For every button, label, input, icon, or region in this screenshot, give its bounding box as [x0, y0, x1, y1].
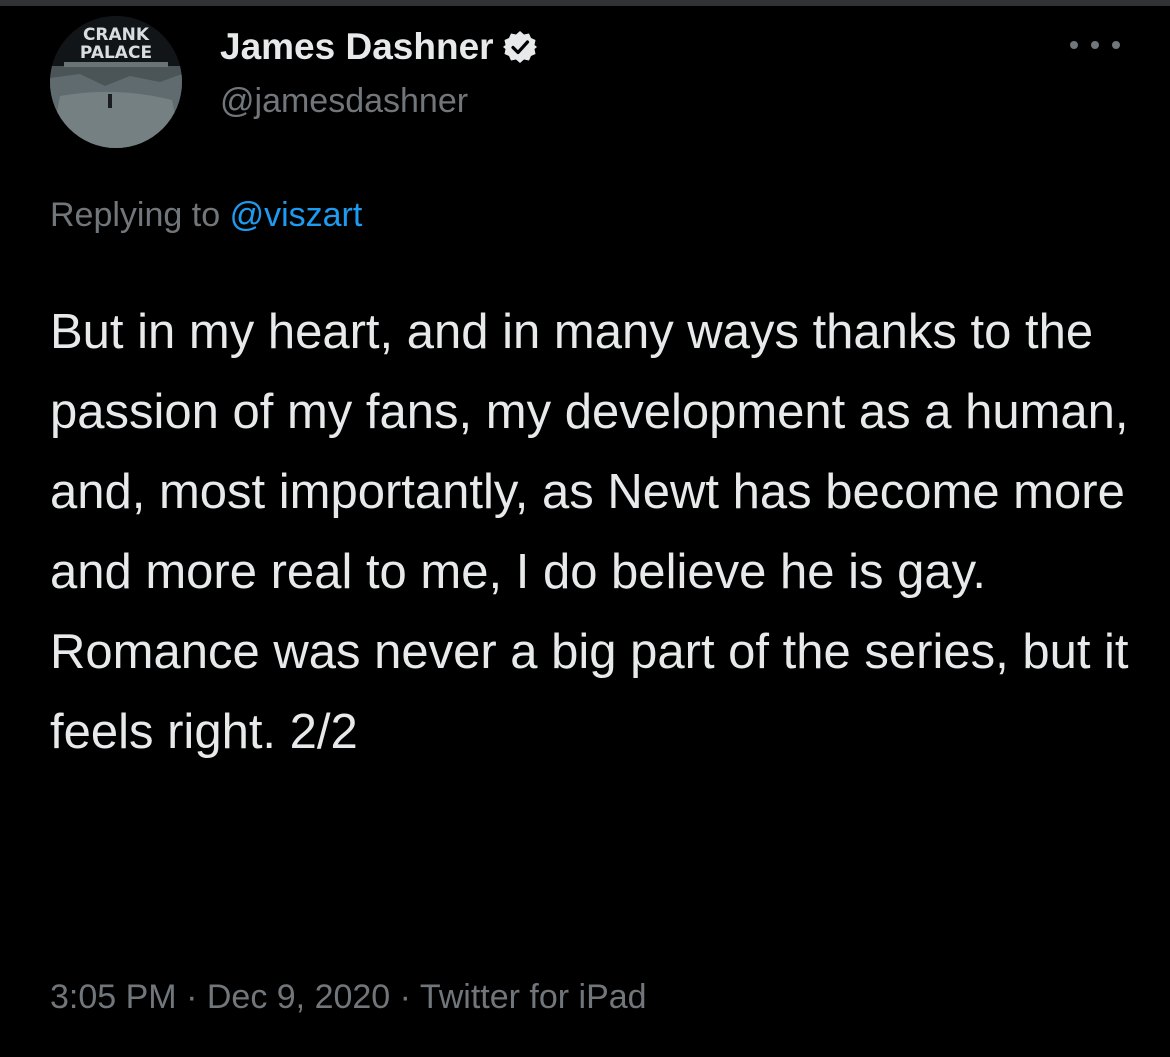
user-handle[interactable]: @jamesdashner [220, 82, 468, 121]
meta-separator: · [399, 978, 411, 1016]
replying-prefix: Replying to [50, 196, 221, 234]
avatar-title-line2: PALACE [80, 43, 152, 63]
reply-target-link[interactable]: @viszart [230, 196, 363, 234]
avatar[interactable]: CRANK PALACE [50, 16, 182, 148]
meta-separator: · [186, 978, 198, 1016]
display-name[interactable]: James Dashner [220, 26, 494, 68]
verified-badge-icon [502, 29, 538, 65]
avatar-title-line1: CRANK [83, 25, 150, 45]
tweet-source[interactable]: Twitter for iPad [420, 978, 647, 1016]
top-divider [0, 0, 1170, 6]
tweet-text: But in my heart, and in many ways thanks… [50, 305, 1129, 759]
tweet-metadata: 3:05 PM · Dec 9, 2020 · Twitter for iPad [50, 978, 647, 1017]
author-name[interactable]: James Dashner [220, 26, 538, 68]
more-options-icon[interactable] [1070, 30, 1120, 60]
avatar-image: CRANK PALACE [50, 16, 182, 148]
tweet-time[interactable]: 3:05 PM [50, 978, 177, 1016]
tweet-date[interactable]: Dec 9, 2020 [207, 978, 390, 1016]
replying-to: Replying to @viszart [50, 196, 362, 235]
